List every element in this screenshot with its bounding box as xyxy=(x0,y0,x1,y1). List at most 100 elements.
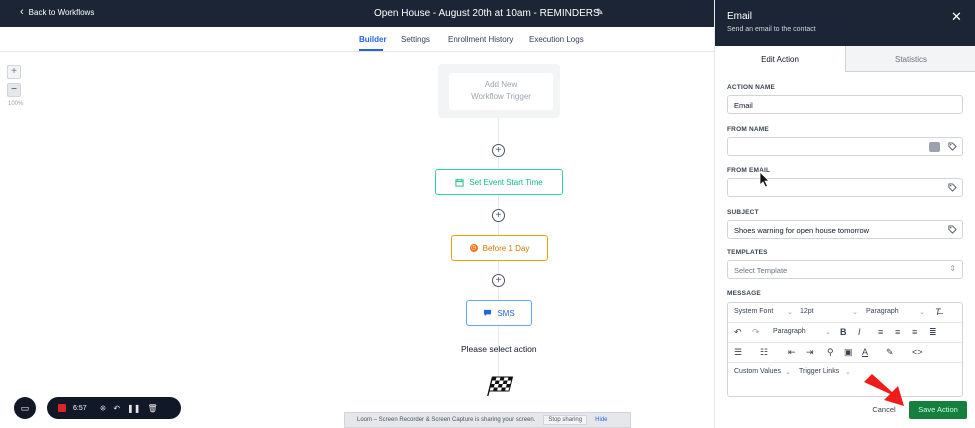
undo-icon[interactable]: ↶ xyxy=(113,404,120,413)
clear-formatting-icon[interactable]: T̶ xyxy=(935,307,941,317)
editor-toolbar-row-3: ☰ ☷ ⇤ ⇥ ⚲ ▣ A ✎ <> xyxy=(728,343,962,363)
message-editor[interactable]: System Font ⌄ 12pt ⌄ Paragraph ⌄ T̶ ↶ ↷ … xyxy=(727,302,963,397)
editor-toolbar-row-1: System Font ⌄ 12pt ⌄ Paragraph ⌄ T̶ xyxy=(728,303,962,323)
undo-icon[interactable]: ↶ xyxy=(734,327,742,338)
add-step-plus-icon[interactable]: + xyxy=(492,209,505,222)
email-action-panel: Email Send an email to the contact ✕ Edi… xyxy=(714,0,975,428)
red-arrow-annotation-icon xyxy=(864,374,904,406)
add-workflow-trigger-button[interactable]: Add New Workflow Trigger xyxy=(449,73,553,110)
save-action-button[interactable]: Save Action xyxy=(909,401,967,419)
workflow-header: ‹ Back to Workflows Open House - August … xyxy=(0,0,714,27)
builder-canvas[interactable]: + − 100% Add New Workflow Trigger + Set … xyxy=(0,52,714,428)
action-name-input[interactable]: Email xyxy=(727,95,963,114)
zoom-in-button[interactable]: + xyxy=(7,65,21,79)
chevron-down-icon: ⌄ xyxy=(852,309,858,316)
trash-icon[interactable]: 🗑 xyxy=(147,404,157,413)
chevron-down-icon: ⌄ xyxy=(919,309,925,316)
align-justify-icon[interactable]: ≣ xyxy=(929,327,937,338)
subject-input[interactable]: Shoes warning for open house tomorrow xyxy=(727,220,963,239)
clock-icon: ◷ xyxy=(469,244,478,252)
highlight-icon[interactable]: ✎ xyxy=(886,347,894,358)
action-node-before-1-day[interactable]: ◷ Before 1 Day xyxy=(451,235,548,261)
source-code-icon[interactable]: <> xyxy=(912,347,923,357)
outdent-icon[interactable]: ⇤ xyxy=(788,347,796,358)
link-icon[interactable]: ⚲ xyxy=(827,347,834,358)
zoom-out-button[interactable]: − xyxy=(7,83,21,97)
editor-toolbar-row-2: ↶ ↷ Paragraph ⌄ B I ≡ ≡ ≡ ≣ xyxy=(728,323,962,343)
add-step-plus-icon[interactable]: + xyxy=(492,144,505,157)
from-name-label: FROM NAME xyxy=(727,126,769,133)
text-color-icon[interactable]: A xyxy=(862,347,868,357)
add-step-plus-icon[interactable]: + xyxy=(492,274,505,287)
tag-icon[interactable] xyxy=(948,183,957,192)
tab-enrollment-history[interactable]: Enrollment History xyxy=(448,35,513,44)
tag-icon[interactable] xyxy=(948,142,957,151)
panel-subtitle: Send an email to the contact xyxy=(727,26,816,33)
recording-controls: 6:57 ⁜ ↶ ❚❚ 🗑 xyxy=(47,397,181,419)
chevron-updown-icon: ⇕ xyxy=(949,264,956,273)
edit-title-pencil-icon[interactable]: ✎ xyxy=(596,7,604,18)
indent-icon[interactable]: ⇥ xyxy=(806,347,814,358)
panel-title: Email xyxy=(727,11,753,22)
camera-toggle-icon[interactable]: ▭ xyxy=(14,397,36,419)
action-name-label: ACTION NAME xyxy=(727,84,776,91)
chevron-down-icon: ⌄ xyxy=(825,329,831,336)
image-icon[interactable]: ▣ xyxy=(844,347,853,358)
screen-sharing-banner: Loom – Screen Recorder & Screen Capture … xyxy=(344,412,631,428)
chevron-down-icon: ⌄ xyxy=(787,309,793,316)
select-template-placeholder: Select Template xyxy=(734,266,788,275)
action-node-set-event-start-time[interactable]: Set Event Start Time xyxy=(435,169,563,195)
close-icon[interactable]: ✕ xyxy=(951,9,962,25)
trigger-links-menu[interactable]: Trigger Links xyxy=(799,368,839,375)
align-left-icon[interactable]: ≡ xyxy=(878,327,883,337)
chevron-down-icon: ⌄ xyxy=(785,369,791,376)
chevron-down-icon: ⌄ xyxy=(845,369,851,376)
node-label: Before 1 Day xyxy=(482,243,530,253)
stop-recording-icon[interactable] xyxy=(58,404,66,412)
tab-builder[interactable]: Builder xyxy=(359,35,387,44)
back-to-workflows-link[interactable]: ‹ Back to Workflows xyxy=(20,6,94,18)
font-size-select[interactable]: 12pt xyxy=(800,308,814,315)
bold-icon[interactable]: B xyxy=(840,327,847,337)
workflow-title: Open House - August 20th at 10am - REMIN… xyxy=(374,8,600,19)
calendar-icon xyxy=(455,178,464,187)
panel-header: Email Send an email to the contact ✕ xyxy=(715,0,975,46)
grid-icon[interactable]: ⁜ xyxy=(100,404,107,413)
autofill-card-icon[interactable] xyxy=(929,142,940,152)
tag-icon[interactable] xyxy=(948,225,957,234)
block-format-select[interactable]: Paragraph xyxy=(866,308,899,315)
from-name-input[interactable] xyxy=(727,137,963,156)
tab-edit-action[interactable]: Edit Action xyxy=(715,46,846,72)
trigger-container: Add New Workflow Trigger xyxy=(438,64,560,118)
recording-time: 6:57 xyxy=(73,404,87,412)
select-template-dropdown[interactable]: Select Template ⇕ xyxy=(727,260,963,279)
bullet-list-icon[interactable]: ☰ xyxy=(734,347,742,358)
action-node-sms[interactable]: SMS xyxy=(466,300,532,326)
app-root: ‹ Back to Workflows Open House - August … xyxy=(0,0,975,428)
stop-sharing-button[interactable]: Stop sharing xyxy=(543,415,588,425)
paragraph-select[interactable]: Paragraph xyxy=(773,328,806,335)
tab-settings[interactable]: Settings xyxy=(401,35,430,44)
tab-statistics[interactable]: Statistics xyxy=(846,46,975,72)
align-center-icon[interactable]: ≡ xyxy=(895,327,900,337)
pause-icon[interactable]: ❚❚ xyxy=(127,404,140,413)
active-tab-indicator xyxy=(359,49,383,51)
chevron-left-icon: ‹ xyxy=(20,6,24,18)
align-right-icon[interactable]: ≡ xyxy=(912,327,917,337)
trigger-label-line1: Add New xyxy=(484,80,518,89)
sharing-message: Loom – Screen Recorder & Screen Capture … xyxy=(357,417,536,423)
italic-icon[interactable]: I xyxy=(858,327,861,337)
numbered-list-icon[interactable]: ☷ xyxy=(760,347,768,358)
select-action-prompt: Please select action xyxy=(461,344,537,354)
node-label: SMS xyxy=(497,308,515,318)
redo-icon[interactable]: ↷ xyxy=(752,327,760,338)
message-label: MESSAGE xyxy=(727,290,761,297)
zoom-level: 100% xyxy=(8,101,24,107)
node-label: Set Event Start Time xyxy=(469,177,543,187)
tab-execution-logs[interactable]: Execution Logs xyxy=(529,35,584,44)
custom-values-menu[interactable]: Custom Values xyxy=(734,368,781,375)
workflow-tabs: Builder Settings Enrollment History Exec… xyxy=(0,27,714,52)
hide-banner-link[interactable]: Hide xyxy=(595,417,607,423)
editor-toolbar-row-4: Custom Values ⌄ Trigger Links ⌄ xyxy=(728,363,962,383)
font-family-select[interactable]: System Font xyxy=(734,308,773,315)
